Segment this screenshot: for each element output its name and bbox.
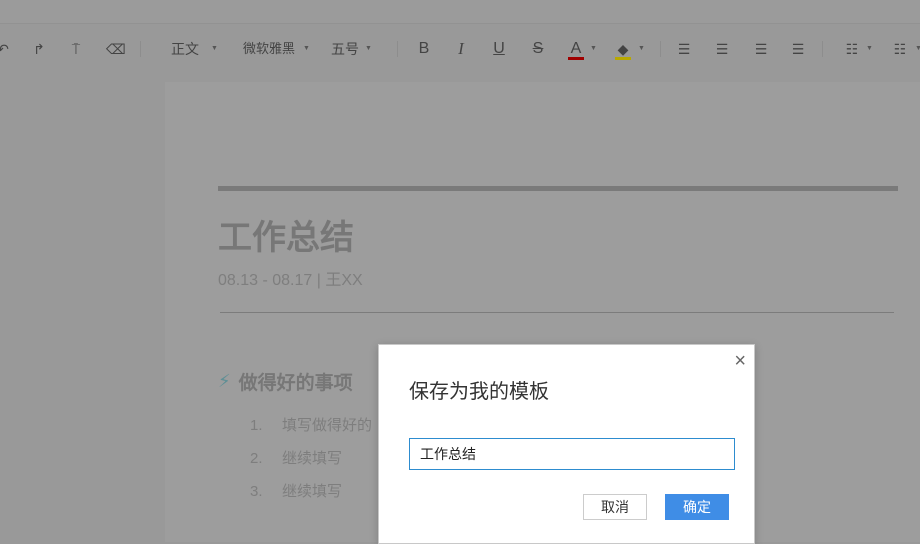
document-title[interactable]: 工作总结 — [218, 210, 354, 259]
section-heading[interactable]: ⚡ 做得好的事项 — [218, 368, 353, 395]
italic-button[interactable]: I — [453, 39, 469, 59]
chevron-down-icon[interactable]: ▼ — [365, 39, 372, 59]
align-center-icon[interactable]: ☰ — [714, 39, 730, 59]
highlight-fill-icon[interactable]: ◆ — [615, 39, 631, 60]
font-family-select[interactable]: 微软雅黑 — [240, 39, 298, 59]
font-size-select[interactable]: 五号 — [330, 39, 360, 59]
chevron-down-icon[interactable]: ▼ — [638, 39, 645, 59]
list-number: 3. — [250, 483, 263, 500]
paragraph-style-select[interactable]: 正文 — [170, 39, 200, 59]
toolbar-divider — [397, 41, 398, 57]
toolbar-divider — [140, 41, 141, 57]
numbered-list-icon[interactable]: ☷ — [892, 39, 908, 59]
toolbar-divider — [822, 41, 823, 57]
divider — [220, 312, 894, 313]
eraser-icon[interactable]: ⌫ — [106, 39, 126, 59]
align-right-icon[interactable]: ☰ — [753, 39, 769, 59]
template-name-input[interactable] — [409, 438, 735, 470]
list-text: 填写做得好的 — [282, 417, 373, 434]
format-painter-icon[interactable]: ⍑ — [68, 39, 84, 59]
chevron-down-icon[interactable]: ▼ — [915, 39, 920, 59]
list-item[interactable]: 3. 继续填写 — [250, 480, 342, 501]
align-justify-icon[interactable]: ☰ — [790, 39, 806, 59]
list-item[interactable]: 1. 填写做得好的 — [250, 414, 372, 435]
bold-button[interactable]: B — [416, 39, 432, 59]
chevron-down-icon[interactable]: ▼ — [590, 39, 597, 59]
toolbar-divider — [660, 41, 661, 57]
title-rule — [218, 186, 898, 191]
list-text: 继续填写 — [282, 483, 343, 500]
top-bar — [0, 0, 920, 24]
dialog-title: 保存为我的模板 — [409, 381, 549, 403]
confirm-button[interactable]: 确定 — [665, 494, 729, 520]
save-template-dialog: × 保存为我的模板 取消 确定 — [378, 344, 755, 544]
document-subtitle[interactable]: 08.13 - 08.17 | 王XX — [218, 266, 363, 290]
redo-icon[interactable]: ↱ — [30, 39, 48, 59]
strikethrough-button[interactable]: S — [530, 39, 546, 59]
undo-icon[interactable]: ↶ — [0, 39, 10, 59]
section-heading-text: 做得好的事项 — [238, 373, 353, 394]
close-icon[interactable]: × — [734, 351, 746, 371]
list-text: 继续填写 — [282, 450, 343, 467]
list-number: 2. — [250, 450, 263, 467]
lightning-icon: ⚡ — [218, 371, 231, 391]
cancel-button[interactable]: 取消 — [583, 494, 647, 520]
list-number: 1. — [250, 417, 263, 434]
list-item[interactable]: 2. 继续填写 — [250, 447, 342, 468]
chevron-down-icon[interactable]: ▼ — [211, 39, 218, 59]
formatting-toolbar: ↶ ↱ ⍑ ⌫ 正文 ▼ 微软雅黑 ▼ 五号 ▼ B I U S A ▼ ◆ ▼… — [0, 25, 920, 73]
chevron-down-icon[interactable]: ▼ — [866, 39, 873, 59]
font-color-button[interactable]: A — [568, 39, 584, 60]
bullet-list-icon[interactable]: ☷ — [844, 39, 860, 59]
chevron-down-icon[interactable]: ▼ — [303, 39, 310, 59]
underline-button[interactable]: U — [491, 39, 507, 59]
align-left-icon[interactable]: ☰ — [676, 39, 692, 59]
